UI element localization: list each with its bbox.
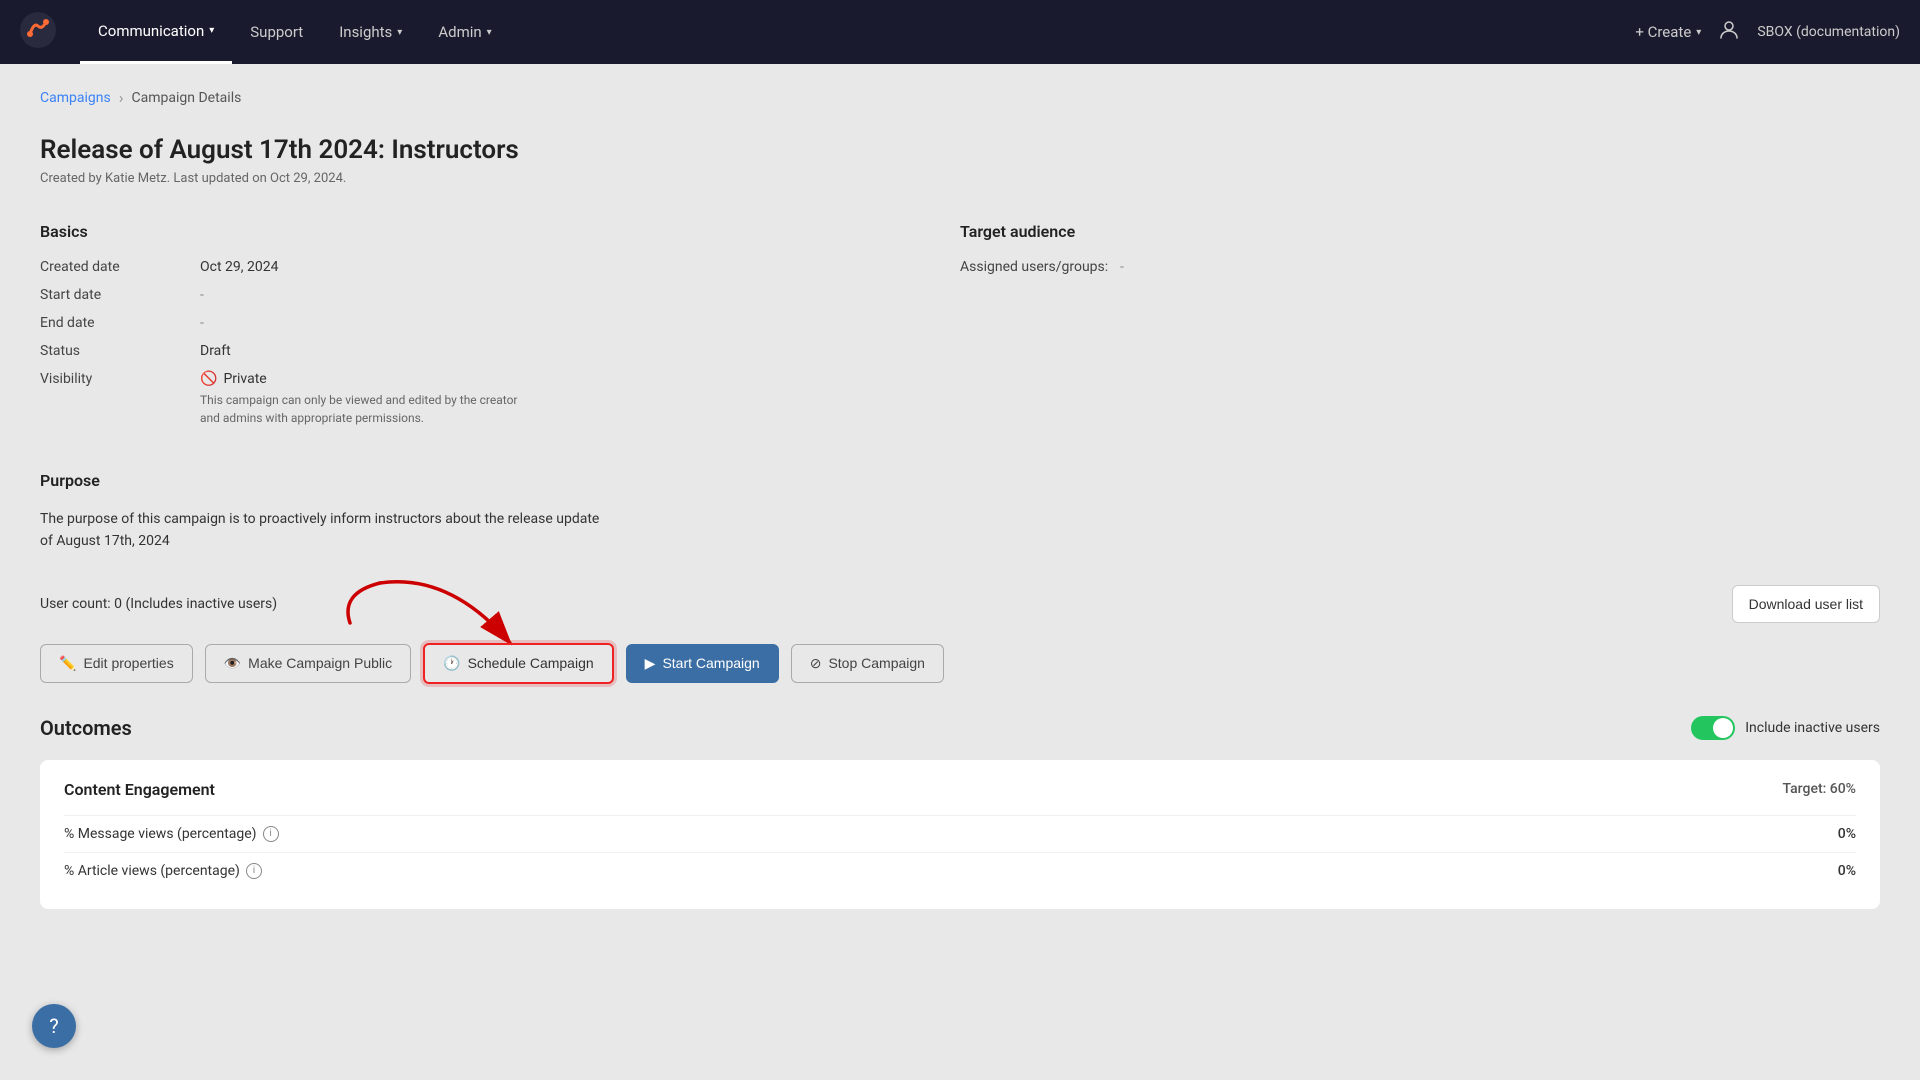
engagement-title: Content Engagement (64, 780, 215, 799)
chevron-down-icon: ▾ (397, 27, 402, 38)
chevron-down-icon: ▾ (209, 25, 214, 36)
page-subtitle: Created by Katie Metz. Last updated on O… (40, 171, 1880, 186)
breadcrumb: Campaigns › Campaign Details (40, 88, 1880, 107)
schedule-campaign-button[interactable]: 🕐 Schedule Campaign (423, 643, 614, 684)
nav-item-communication[interactable]: Communication ▾ (80, 0, 232, 64)
nav-item-admin[interactable]: Admin ▾ (420, 0, 509, 64)
metric-row-article-views: % Article views (percentage) i 0% (64, 852, 1856, 889)
info-icon-message-views[interactable]: i (263, 826, 279, 842)
make-campaign-public-button[interactable]: 👁️ Make Campaign Public (205, 644, 411, 683)
chevron-down-icon: ▾ (487, 27, 492, 38)
content-engagement-card: Content Engagement Target: 60% % Message… (40, 760, 1880, 909)
metric-value-article-views: 0% (1838, 863, 1856, 879)
private-note: This campaign can only be viewed and edi… (200, 391, 520, 427)
top-navigation: Communication ▾ Support Insights ▾ Admin… (0, 0, 1920, 64)
field-visibility: Visibility 🚫 Private This campaign can o… (40, 371, 960, 427)
purpose-title: Purpose (40, 471, 1880, 490)
edit-properties-button[interactable]: ✏️ Edit properties (40, 644, 193, 683)
clock-icon: 🕐 (443, 655, 460, 672)
chevron-down-icon: ▾ (1696, 27, 1701, 38)
details-grid: Basics Created date Oct 29, 2024 Start d… (40, 222, 1880, 439)
target-audience-section: Target audience Assigned users/groups: - (960, 222, 1880, 439)
breadcrumb-current: Campaign Details (132, 90, 242, 106)
edit-icon: ✏️ (59, 655, 76, 672)
user-count-row: User count: 0 (Includes inactive users) … (40, 585, 1880, 623)
nav-item-support[interactable]: Support (232, 0, 321, 64)
field-assigned-users: Assigned users/groups: - (960, 259, 1880, 275)
metric-value-message-views: 0% (1838, 826, 1856, 842)
org-label[interactable]: SBOX (documentation) (1757, 24, 1900, 40)
stop-campaign-button[interactable]: ⊘ Stop Campaign (791, 644, 944, 683)
metric-row-message-views: % Message views (percentage) i 0% (64, 815, 1856, 852)
nav-item-insights[interactable]: Insights ▾ (321, 0, 420, 64)
include-inactive-toggle: Include inactive users (1691, 716, 1880, 740)
engagement-header: Content Engagement Target: 60% (64, 780, 1856, 799)
action-buttons-container: ✏️ Edit properties 👁️ Make Campaign Publ… (40, 643, 1880, 716)
field-status: Status Draft (40, 343, 960, 359)
outcomes-header: Outcomes Include inactive users (40, 716, 1880, 740)
target-label: Target: 60% (1783, 781, 1856, 797)
basics-title: Basics (40, 222, 960, 241)
breadcrumb-campaigns-link[interactable]: Campaigns (40, 90, 111, 106)
action-buttons: ✏️ Edit properties 👁️ Make Campaign Publ… (40, 643, 1880, 684)
outcomes-title: Outcomes (40, 716, 132, 740)
basics-section: Basics Created date Oct 29, 2024 Start d… (40, 222, 960, 439)
user-count-text: User count: 0 (Includes inactive users) (40, 596, 277, 612)
info-icon-article-views[interactable]: i (246, 863, 262, 879)
field-created-date: Created date Oct 29, 2024 (40, 259, 960, 275)
field-end-date: End date - (40, 315, 960, 331)
page-title: Release of August 17th 2024: Instructors (40, 135, 1880, 165)
nav-items: Communication ▾ Support Insights ▾ Admin… (80, 0, 1635, 64)
purpose-text: The purpose of this campaign is to proac… (40, 508, 600, 553)
play-icon: ▶ (645, 655, 656, 672)
target-audience-title: Target audience (960, 222, 1880, 241)
toggle-switch[interactable] (1691, 716, 1735, 740)
main-content: Campaigns › Campaign Details Release of … (0, 64, 1920, 1080)
eye-icon: 👁️ (224, 655, 241, 672)
start-campaign-button[interactable]: ▶ Start Campaign (626, 644, 779, 683)
create-button[interactable]: + Create ▾ (1635, 23, 1701, 41)
app-logo[interactable] (20, 12, 80, 52)
user-profile-icon[interactable] (1717, 18, 1741, 47)
nav-right: + Create ▾ SBOX (documentation) (1635, 18, 1900, 47)
breadcrumb-separator: › (119, 88, 124, 107)
download-user-list-button[interactable]: Download user list (1732, 585, 1880, 623)
eye-slash-icon: 🚫 (200, 371, 217, 387)
help-button[interactable]: ? (32, 1004, 76, 1048)
stop-icon: ⊘ (810, 655, 822, 672)
field-start-date: Start date - (40, 287, 960, 303)
purpose-section: Purpose The purpose of this campaign is … (40, 471, 1880, 553)
